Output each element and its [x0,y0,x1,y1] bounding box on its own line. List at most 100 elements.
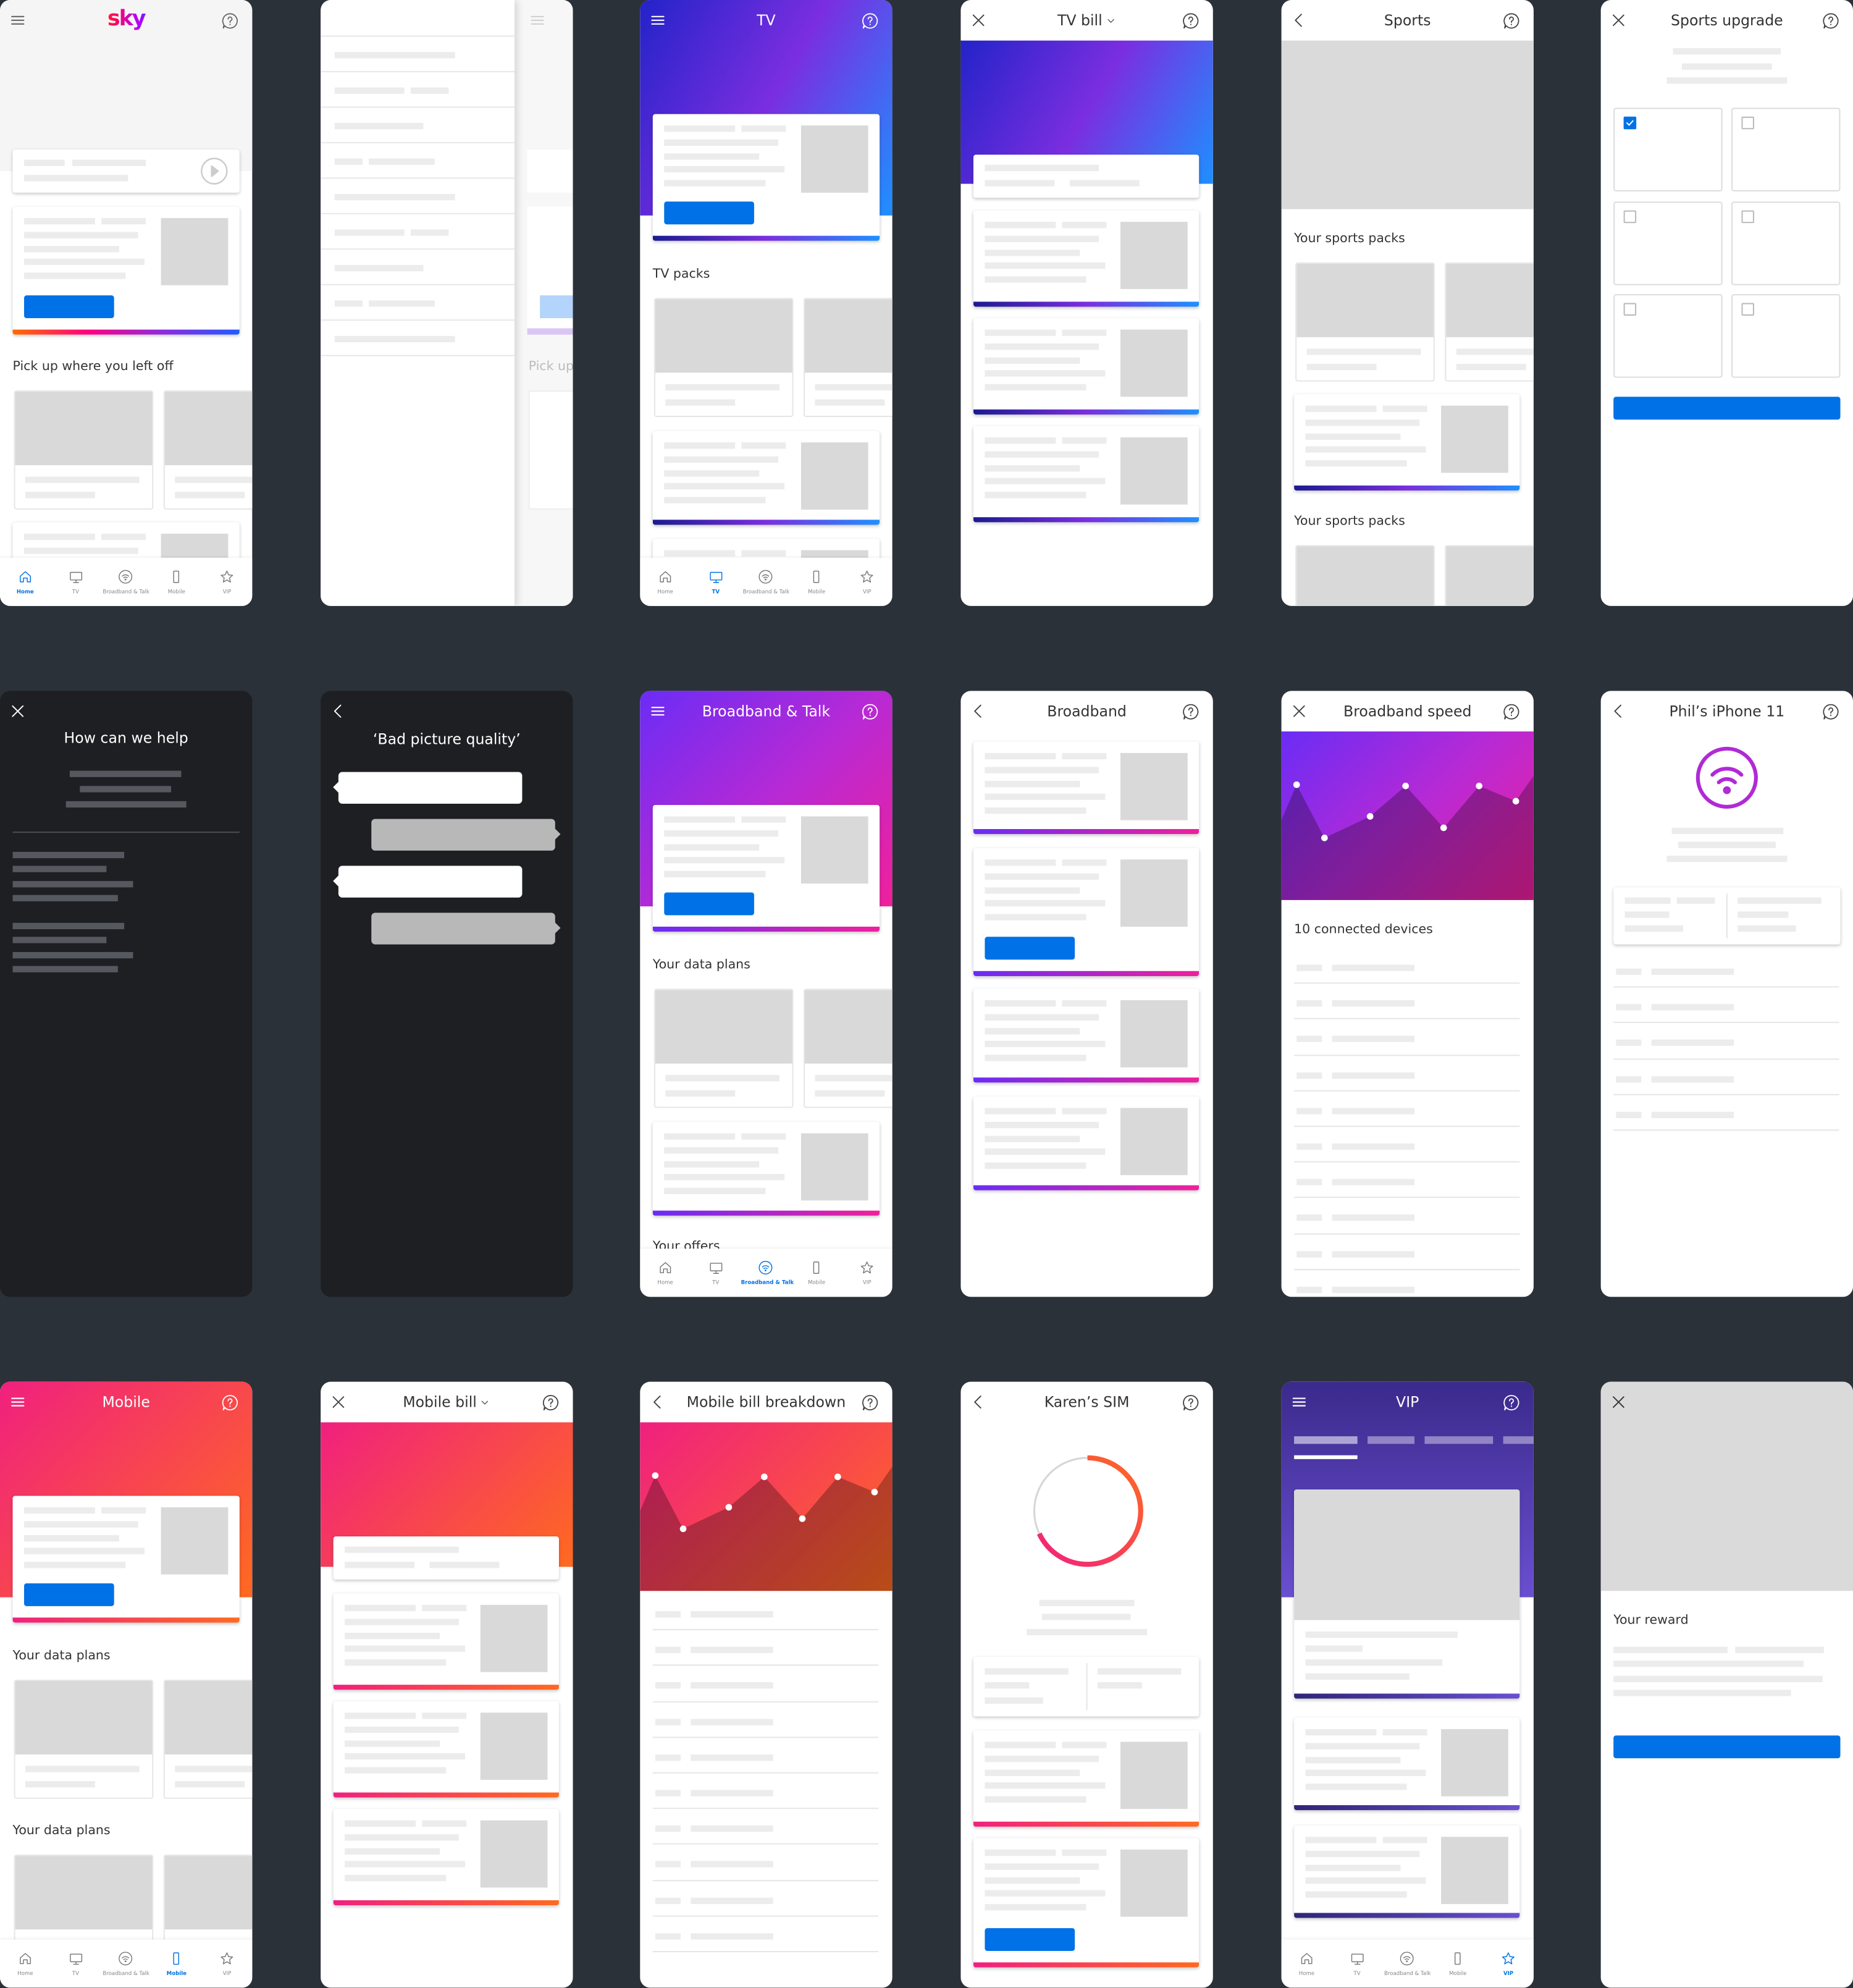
list-row[interactable] [1613,994,1839,1030]
nav-tab-home[interactable]: Home [640,1249,691,1297]
close-icon[interactable] [330,1393,348,1411]
bill-summary-card[interactable] [973,154,1200,198]
help-icon[interactable] [221,11,240,30]
content-card[interactable] [333,1701,559,1798]
continue-watching-card[interactable] [12,150,240,193]
nav-tab-vip[interactable]: VIP [202,1940,253,1988]
content-card[interactable] [333,1593,559,1690]
upgrade-option[interactable] [1731,201,1841,285]
list-row[interactable] [1294,1240,1520,1276]
back-icon[interactable] [1610,702,1628,720]
list-row[interactable] [1613,958,1839,994]
list-row[interactable] [652,1601,879,1637]
pack-tile[interactable] [1295,545,1435,606]
list-row[interactable] [652,1672,879,1708]
list-row[interactable] [1294,990,1520,1026]
primary-button[interactable] [664,892,754,916]
menu-item[interactable] [321,319,515,355]
list-row[interactable] [652,1816,879,1851]
content-card[interactable] [333,1809,559,1906]
nav-tab-tv[interactable]: TV [51,1940,101,1988]
chevron-icon[interactable] [1105,15,1116,26]
list-row[interactable] [652,1780,879,1816]
vip-category-tab[interactable] [1503,1436,1534,1444]
primary-button[interactable] [23,295,114,319]
nav-tab-home[interactable]: Home [1282,1940,1332,1988]
content-card[interactable] [973,1730,1200,1827]
nav-tab-broadband-talk[interactable]: Broadband & Talk [741,558,792,606]
primary-button[interactable] [985,937,1075,960]
back-icon[interactable] [330,702,348,720]
help-icon[interactable] [1821,702,1841,722]
list-row[interactable] [1294,954,1520,990]
checkbox[interactable] [1741,209,1754,223]
upgrade-option[interactable] [1731,107,1841,192]
nav-tab-mobile[interactable]: Mobile [791,1249,842,1297]
claim-button[interactable] [1613,1735,1841,1759]
play-icon[interactable] [199,156,229,186]
pack-tile[interactable] [653,298,794,418]
list-row[interactable] [652,1708,879,1744]
help-icon[interactable] [1502,11,1521,30]
content-card[interactable] [973,988,1200,1083]
confirm-button[interactable] [1613,397,1841,420]
nav-tab-broadband-talk[interactable]: Broadband & Talk [101,558,151,606]
content-card[interactable] [973,210,1200,307]
back-icon[interactable] [649,1393,667,1411]
help-icon[interactable] [1181,1393,1200,1412]
checkbox[interactable] [1623,209,1637,223]
back-icon[interactable] [970,1393,988,1411]
help-icon[interactable] [1502,702,1521,722]
nav-tab-broadband-talk[interactable]: Broadband & Talk [741,1249,794,1297]
nav-tab-tv[interactable]: TV [691,558,741,606]
menu-item[interactable] [321,141,515,177]
nav-tab-home[interactable]: Home [0,558,51,606]
primary-button[interactable] [664,201,754,225]
close-icon[interactable] [970,11,988,29]
close-icon[interactable] [1610,11,1628,29]
menu-item[interactable] [321,106,515,141]
help-icon[interactable] [860,1393,880,1412]
upgrade-option[interactable] [1731,294,1841,378]
back-icon[interactable] [1290,11,1308,29]
pack-tile[interactable] [803,298,893,418]
list-row[interactable] [1613,1030,1839,1066]
primary-button[interactable] [985,1928,1075,1952]
menu-icon[interactable] [9,11,27,29]
menu-item[interactable] [321,213,515,248]
help-icon[interactable] [221,1393,240,1412]
list-row[interactable] [1294,1205,1520,1240]
nav-tab-vip[interactable]: VIP [842,1249,893,1297]
pack-tile[interactable] [14,390,154,510]
nav-tab-tv[interactable]: TV [691,1249,741,1297]
nav-tab-broadband-talk[interactable]: Broadband & Talk [101,1940,151,1988]
pack-tile[interactable] [1445,262,1534,382]
help-icon[interactable] [1502,1393,1521,1412]
close-icon[interactable] [1610,1393,1628,1411]
nav-tab-tv[interactable]: TV [51,558,101,606]
content-card[interactable] [1294,1825,1520,1918]
menu-item[interactable] [321,284,515,319]
upgrade-option[interactable] [1613,294,1723,378]
primary-button[interactable] [23,1583,114,1606]
back-icon[interactable] [970,702,988,720]
menu-icon[interactable] [649,702,667,720]
nav-tab-vip[interactable]: VIP [842,558,893,606]
menu-icon[interactable] [649,11,667,29]
list-row[interactable] [652,1744,879,1780]
pack-tile[interactable] [14,1679,154,1799]
pack-tile[interactable] [803,988,893,1108]
list-row[interactable] [1294,1062,1520,1098]
list-row[interactable] [1294,1098,1520,1134]
nav-tab-mobile[interactable]: Mobile [1433,1940,1484,1988]
nav-tab-home[interactable]: Home [640,558,691,606]
content-card[interactable] [973,741,1200,835]
menu-icon[interactable] [9,1393,27,1411]
content-card[interactable] [973,318,1200,415]
help-icon[interactable] [860,702,880,722]
nav-tab-mobile[interactable]: Mobile [151,558,202,606]
list-row[interactable] [1294,1133,1520,1169]
vip-category-tab[interactable] [1368,1436,1415,1444]
checkbox[interactable] [1741,116,1754,130]
checkbox[interactable] [1623,116,1637,130]
